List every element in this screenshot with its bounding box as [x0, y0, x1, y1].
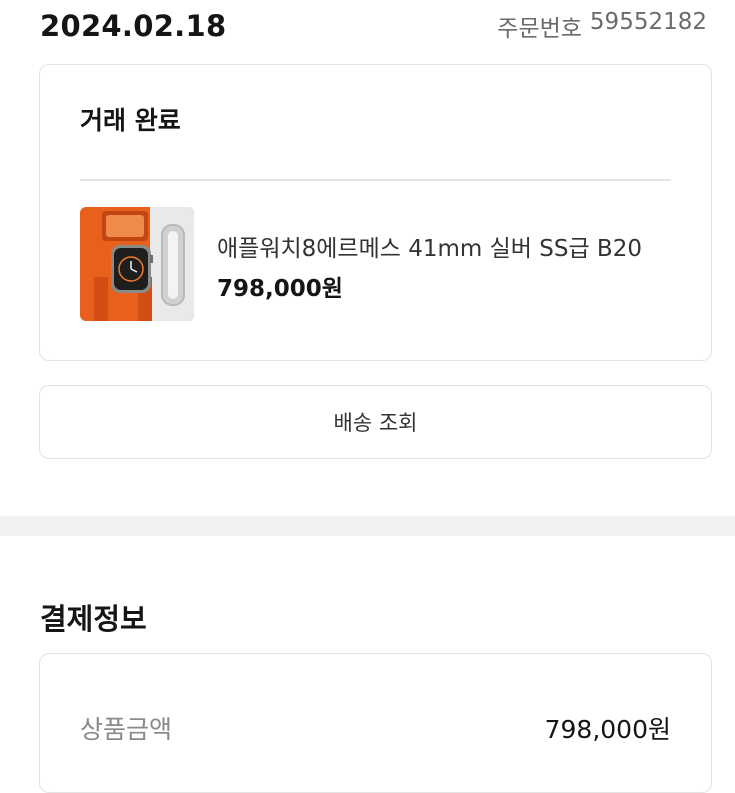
order-status-card: 거래 완료 애플워치8에르메스 41mm 실버 SS급 B20 798,000원 — [39, 64, 712, 361]
order-number: 주문번호 59552182 — [497, 9, 707, 43]
order-header: 2024.02.18 주문번호 59552182 — [40, 6, 707, 46]
product-name[interactable]: 애플워치8에르메스 41mm 실버 SS급 B20 — [217, 229, 642, 263]
section-separator — [0, 516, 735, 536]
order-number-label: 주문번호 — [497, 16, 582, 42]
payment-row-value: 798,000원 — [544, 715, 671, 744]
payment-row-product-amount: 상품금액 798,000원 — [80, 710, 671, 746]
divider — [80, 179, 671, 181]
track-delivery-button[interactable]: 배송 조회 — [39, 385, 712, 459]
transaction-status: 거래 완료 — [80, 106, 181, 135]
payment-info-title: 결제정보 — [40, 602, 147, 636]
product-price: 798,000원 — [217, 276, 343, 302]
order-number-value: 59552182 — [589, 9, 707, 35]
product-thumbnail[interactable] — [80, 207, 194, 321]
payment-info-card: 상품금액 798,000원 — [39, 653, 712, 793]
order-date: 2024.02.18 — [40, 9, 227, 43]
apple-watch-image — [80, 207, 194, 321]
payment-row-label: 상품금액 — [80, 715, 173, 744]
